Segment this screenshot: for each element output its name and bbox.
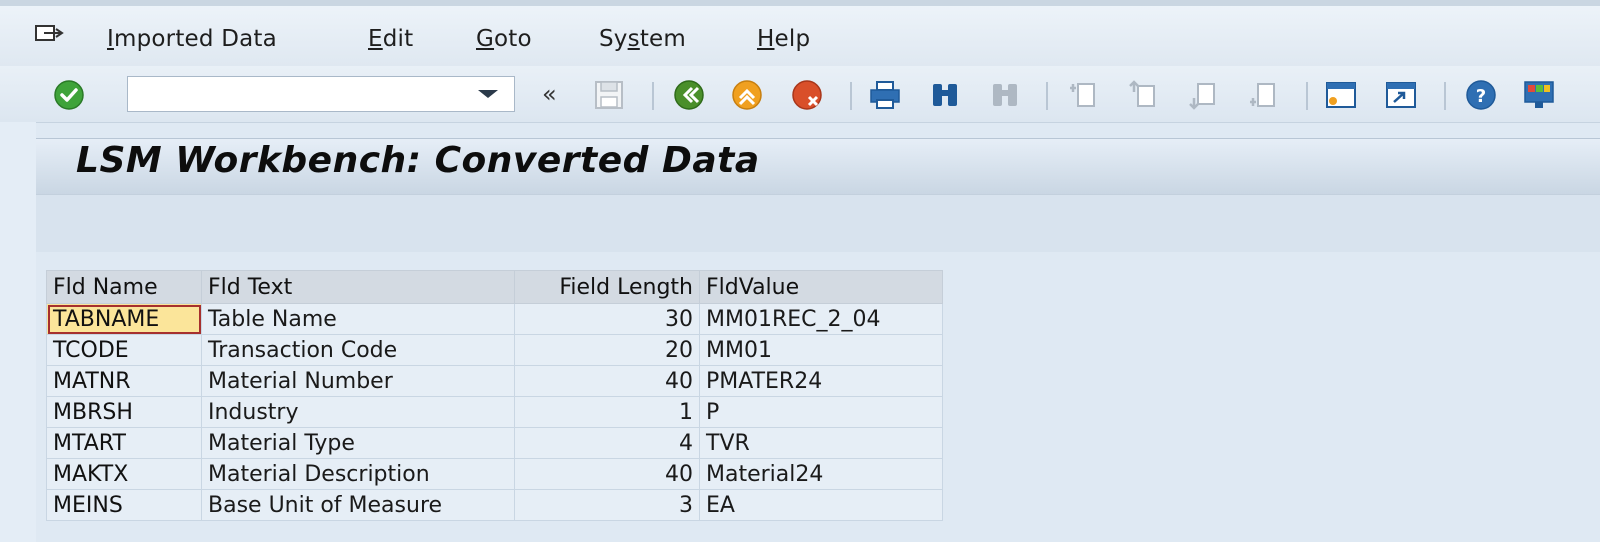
enter-icon[interactable]	[52, 78, 86, 112]
toolbar-separator	[652, 82, 654, 110]
menu-edit[interactable]: Edit	[368, 26, 413, 52]
back-double-icon[interactable]: «	[542, 80, 557, 108]
cell-field-length[interactable]: 20	[514, 334, 700, 366]
cell-fldvalue[interactable]: MM01REC_2_04	[699, 303, 943, 335]
menu-help[interactable]: Help	[757, 26, 810, 52]
first-page-icon[interactable]	[1066, 78, 1100, 112]
cell-fld-name[interactable]: MAKTX	[46, 458, 202, 490]
toolbar-separator	[1444, 82, 1446, 110]
print-icon[interactable]	[868, 78, 902, 112]
cell-fldvalue[interactable]: EA	[699, 489, 943, 521]
table-row: TCODE Transaction Code 20 MM01	[46, 334, 943, 366]
cell-field-length[interactable]: 40	[514, 458, 700, 490]
find-icon[interactable]	[928, 78, 962, 112]
cell-fldvalue[interactable]: Material24	[699, 458, 943, 490]
cell-fld-name[interactable]: MEINS	[46, 489, 202, 521]
cell-field-length[interactable]: 40	[514, 365, 700, 397]
cell-fldvalue[interactable]: P	[699, 396, 943, 428]
cell-field-length[interactable]: 30	[514, 303, 700, 335]
cell-fldvalue[interactable]: TVR	[699, 427, 943, 459]
menu-mnemonic: s	[627, 26, 640, 52]
cell-fld-name[interactable]: MATNR	[46, 365, 202, 397]
menu-goto[interactable]: Goto	[476, 26, 532, 52]
converted-data-table: Fld Name Fld Text Field Length FldValue …	[46, 270, 943, 521]
window-left-edge	[0, 122, 36, 542]
cell-field-length[interactable]: 1	[514, 396, 700, 428]
menu-label-post: dit	[382, 26, 414, 52]
table-row: TABNAME Table Name 30 MM01REC_2_04	[46, 303, 943, 335]
column-header-fld-text[interactable]: Fld Text	[201, 270, 515, 304]
table-row: MATNR Material Number 40 PMATER24	[46, 365, 943, 397]
toolbar-separator	[1306, 82, 1308, 110]
command-field[interactable]	[127, 76, 515, 112]
back-icon[interactable]	[672, 78, 706, 112]
system-menu-icon[interactable]	[34, 24, 66, 46]
column-header-fld-name[interactable]: Fld Name	[46, 270, 202, 304]
cell-fld-text[interactable]: Base Unit of Measure	[201, 489, 515, 521]
menu-mnemonic: G	[476, 26, 495, 52]
help-icon[interactable]: ?	[1464, 78, 1498, 112]
page-title: LSM Workbench: Converted Data	[76, 140, 760, 181]
find-next-icon[interactable]	[988, 78, 1022, 112]
cell-fld-text[interactable]: Material Description	[201, 458, 515, 490]
cell-fld-text[interactable]: Material Number	[201, 365, 515, 397]
table-row: MAKTX Material Description 40 Material24	[46, 458, 943, 490]
cell-fld-text[interactable]: Transaction Code	[201, 334, 515, 366]
cell-fld-name[interactable]: TCODE	[46, 334, 202, 366]
toolbar-separator	[1046, 82, 1048, 110]
cell-fld-text[interactable]: Table Name	[201, 303, 515, 335]
column-header-field-length[interactable]: Field Length	[514, 270, 700, 304]
shortcut-icon[interactable]	[1384, 78, 1418, 112]
next-page-icon[interactable]	[1186, 78, 1220, 112]
table-row: MTART Material Type 4 TVR	[46, 427, 943, 459]
table-header-row: Fld Name Fld Text Field Length FldValue	[46, 270, 943, 304]
cell-fldvalue[interactable]: PMATER24	[699, 365, 943, 397]
application-toolbar	[36, 194, 1600, 254]
create-session-icon[interactable]	[1324, 78, 1358, 112]
menu-system[interactable]: System	[599, 26, 686, 52]
table-row: MBRSH Industry 1 P	[46, 396, 943, 428]
chevron-down-icon[interactable]	[478, 90, 498, 98]
cell-fld-name[interactable]: TABNAME	[46, 303, 202, 335]
previous-page-icon[interactable]	[1126, 78, 1160, 112]
cancel-icon[interactable]	[790, 78, 824, 112]
menu-mnemonic: I	[107, 26, 114, 52]
last-page-icon[interactable]	[1246, 78, 1280, 112]
cell-fldvalue[interactable]: MM01	[699, 334, 943, 366]
menu-label-post: elp	[774, 26, 811, 52]
cell-fld-text[interactable]: Material Type	[201, 427, 515, 459]
save-icon[interactable]	[592, 78, 626, 112]
cell-field-length[interactable]: 3	[514, 489, 700, 521]
svg-text:?: ?	[1476, 86, 1486, 107]
exit-icon[interactable]	[730, 78, 764, 112]
customize-layout-icon[interactable]	[1522, 78, 1556, 112]
column-header-fldvalue[interactable]: FldValue	[699, 270, 943, 304]
menu-label-pre: Sy	[599, 26, 628, 52]
cell-fld-name[interactable]: MBRSH	[46, 396, 202, 428]
cell-fld-text[interactable]: Industry	[201, 396, 515, 428]
menu-label-post: oto	[494, 26, 532, 52]
menu-mnemonic: H	[757, 26, 775, 52]
menu-imported-data[interactable]: Imported Data	[107, 26, 277, 52]
menu-mnemonic: E	[368, 26, 383, 52]
menu-label-post: tem	[639, 26, 686, 52]
toolbar-separator	[850, 82, 852, 110]
cell-field-length[interactable]: 4	[514, 427, 700, 459]
menu-label-post: mported Data	[113, 26, 277, 52]
table-row: MEINS Base Unit of Measure 3 EA	[46, 489, 943, 521]
window-top-strip	[0, 0, 1600, 6]
cell-fld-name[interactable]: MTART	[46, 427, 202, 459]
